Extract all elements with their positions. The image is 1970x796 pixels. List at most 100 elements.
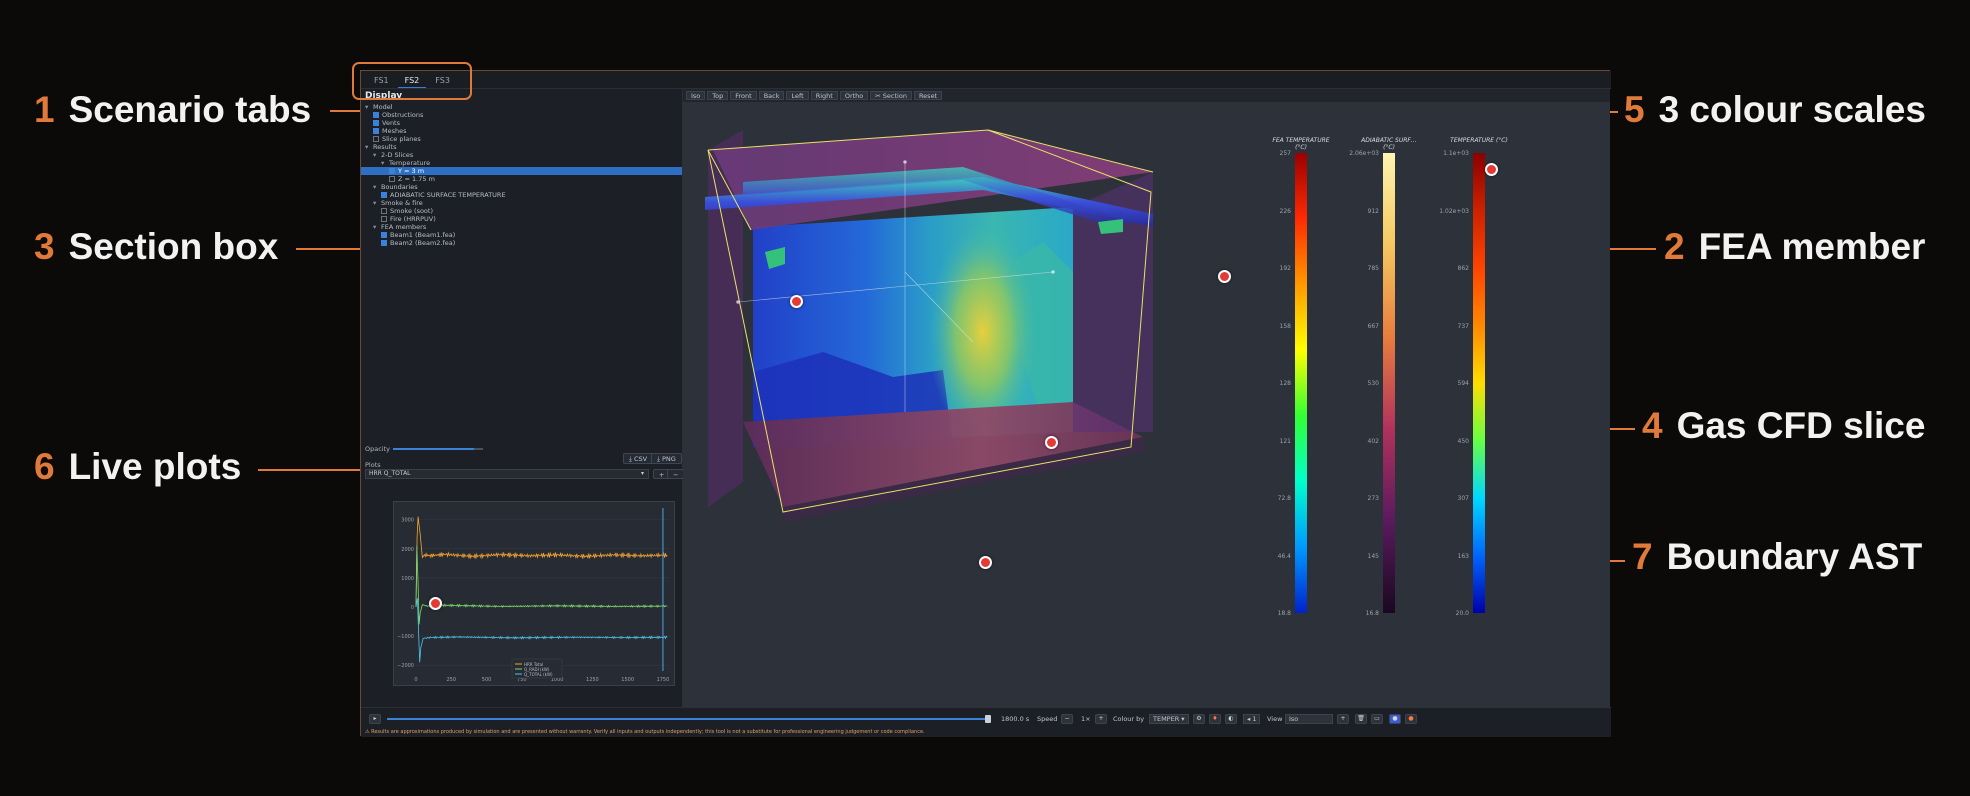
colour-scale-tick: 307: [1457, 495, 1469, 502]
step-control[interactable]: ◂ 1: [1243, 714, 1261, 724]
timeline-handle[interactable]: [985, 715, 991, 723]
colour-scale-tick: 128: [1279, 380, 1291, 387]
colour-scale-tick: 530: [1367, 380, 1379, 387]
colour-scale-tick: 450: [1457, 437, 1469, 445]
tree-item-label: Results: [373, 143, 397, 151]
tree-item[interactable]: Vents: [361, 119, 682, 127]
view-button-front[interactable]: Front: [730, 91, 757, 100]
tree-checkbox[interactable]: [373, 112, 379, 118]
tree-item[interactable]: Z = 1.75 m: [361, 175, 682, 183]
live-plot-chart: 3000 2000 1000 0 −1000 −2000 0 250 500 750 1000 125…: [393, 501, 675, 686]
colour-scale-tick: 72.8: [1277, 495, 1291, 502]
tree-item[interactable]: ▾ Model: [361, 103, 682, 111]
record-icon[interactable]: ●: [1405, 714, 1417, 724]
add-view-button[interactable]: +: [1337, 714, 1349, 724]
view-select[interactable]: Iso: [1285, 714, 1333, 724]
tree-item[interactable]: ▾ FEA members: [361, 223, 682, 231]
view-button-right[interactable]: Right: [810, 91, 838, 100]
view-button-left[interactable]: Left: [786, 91, 809, 100]
tree-item-label: Temperature: [389, 159, 431, 167]
x-tick-label: 1750: [657, 677, 670, 683]
export-png-button[interactable]: ⤓ PNG: [651, 453, 682, 464]
tree-item[interactable]: Y = 3 m: [361, 167, 682, 175]
layout-icon[interactable]: ▭: [1371, 714, 1383, 724]
colour-scale-bar: [1473, 153, 1485, 613]
view-button-back[interactable]: Back: [758, 91, 785, 100]
tree-checkbox[interactable]: [373, 136, 379, 142]
tree-item[interactable]: ▾ Boundaries: [361, 183, 682, 191]
tree-item[interactable]: Fire (HRRPUV): [361, 215, 682, 223]
opacity-label: Opacity: [365, 445, 391, 453]
expand-toggle-icon[interactable]: ▾: [373, 151, 381, 159]
tree-checkbox[interactable]: [381, 232, 387, 238]
expand-toggle-icon[interactable]: ▾: [373, 223, 381, 231]
view-toolbar: Iso Top Front Back Left Right Ortho ✂ Section Re…: [683, 89, 1610, 102]
expand-toggle-icon[interactable]: ▾: [373, 199, 381, 207]
tree-item[interactable]: ▾ 2-D Slices: [361, 151, 682, 159]
opacity-slider[interactable]: [393, 448, 483, 450]
colour-scale-tick: 594: [1457, 380, 1469, 387]
scene-3d[interactable]: [683, 102, 1610, 707]
series-line: [415, 516, 668, 608]
expand-toggle-icon[interactable]: ▾: [365, 103, 373, 111]
callout-live-plots: 6 Live plots: [34, 446, 242, 487]
tree-item[interactable]: ▾ Temperature: [361, 159, 682, 167]
expand-toggle-icon[interactable]: ▾: [365, 143, 373, 151]
tree-item-label: Y = 3 m: [398, 167, 425, 175]
remove-series-button[interactable]: −: [667, 469, 685, 479]
tree-item-label: FEA members: [381, 223, 427, 231]
tree-item-label: Slice planes: [382, 135, 421, 143]
tree-item-label: ADIABATIC SURFACE TEMPERATURE: [390, 191, 506, 199]
speed-down-button[interactable]: −: [1061, 714, 1073, 724]
play-button[interactable]: ▸: [369, 714, 381, 724]
x-tick-label: 250: [447, 677, 457, 683]
chevron-down-icon: ▾: [640, 470, 644, 477]
settings-icon[interactable]: ⚙: [1193, 714, 1205, 724]
timeline-slider[interactable]: [387, 718, 987, 720]
view-button-section[interactable]: ✂ Section: [870, 91, 912, 100]
palette-icon[interactable]: ◐: [1225, 714, 1237, 724]
expand-toggle-icon[interactable]: ▾: [373, 183, 381, 191]
export-csv-button[interactable]: ⤓ CSV: [623, 453, 654, 464]
tree-item[interactable]: ADIABATIC SURFACE TEMPERATURE: [361, 191, 682, 199]
tree-checkbox[interactable]: [381, 240, 387, 246]
series-select[interactable]: HRR Q_TOTAL ▾: [365, 469, 649, 479]
3d-viewport[interactable]: Iso Top Front Back Left Right Ortho ✂ Section Re…: [683, 89, 1610, 707]
tree-checkbox[interactable]: [373, 120, 379, 126]
view-button-ortho[interactable]: Ortho: [839, 91, 869, 100]
speed-up-button[interactable]: +: [1095, 714, 1107, 724]
colour-scale-tick: 2.06e+03: [1349, 150, 1379, 157]
colour-scale-bar: [1383, 153, 1395, 613]
colour-scale-bar: [1295, 153, 1307, 613]
tree-item[interactable]: Beam1 (Beam1.fea): [361, 231, 682, 239]
expand-toggle-icon[interactable]: ▾: [381, 159, 389, 167]
app-window: FS1 FS2 FS3 Display ▾ Model Obstructions Ve…: [352, 62, 1611, 737]
tree-item[interactable]: ▾ Smoke & fire: [361, 199, 682, 207]
view-button-iso[interactable]: Iso: [686, 91, 706, 100]
tree-checkbox[interactable]: [381, 208, 387, 214]
colour-by-select[interactable]: TEMPER ▾: [1149, 714, 1189, 724]
toggle-icon[interactable]: ●: [1389, 714, 1401, 724]
colour-scale-tick: 226: [1279, 207, 1291, 215]
tree-item[interactable]: Meshes: [361, 127, 682, 135]
view-button-top[interactable]: Top: [707, 91, 729, 100]
tree-checkbox[interactable]: [389, 168, 395, 174]
tree-item[interactable]: Slice planes: [361, 135, 682, 143]
tree-checkbox[interactable]: [381, 192, 387, 198]
tree-item-label: Smoke & fire: [381, 199, 423, 207]
tree-checkbox[interactable]: [389, 176, 395, 182]
tree-checkbox[interactable]: [373, 128, 379, 134]
colour-scale-title: ADIABATIC SURF… (°C): [1361, 137, 1417, 151]
tree-item[interactable]: Obstructions: [361, 111, 682, 119]
colour-scale-tick: 1.02e+03: [1439, 207, 1469, 215]
tree-item[interactable]: Smoke (soot): [361, 207, 682, 215]
fire-icon[interactable]: ♦: [1209, 714, 1221, 724]
tree-checkbox[interactable]: [381, 216, 387, 222]
tree-item[interactable]: Beam2 (Beam2.fea): [361, 239, 682, 247]
view-button-reset[interactable]: Reset: [913, 91, 943, 100]
colour-scale-tick: 192: [1279, 265, 1291, 272]
tree-item[interactable]: ▾ Results: [361, 143, 682, 151]
marker-colour-scales: [1485, 163, 1498, 176]
delete-icon[interactable]: 🗑: [1355, 714, 1367, 724]
colour-scale-tick: 163: [1457, 552, 1469, 560]
